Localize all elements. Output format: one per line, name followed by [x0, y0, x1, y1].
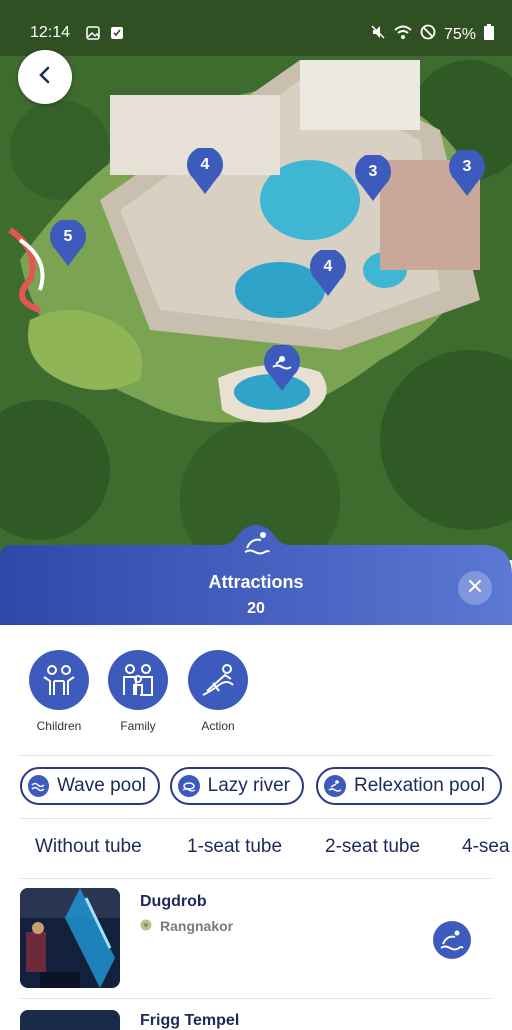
location-dot-icon [140, 918, 152, 934]
family-icon [108, 650, 168, 710]
category-family[interactable]: Family [108, 650, 168, 733]
close-icon [468, 579, 482, 598]
children-icon [29, 650, 89, 710]
water-slide-icon [433, 921, 471, 959]
checkbox-notification-icon [110, 26, 124, 45]
map-pin-4[interactable]: 4 [308, 248, 348, 298]
map-pin-3[interactable]: 3 [447, 148, 487, 198]
divider [20, 818, 492, 819]
park-map[interactable]: 4 3 3 5 4 [0, 0, 512, 560]
battery-icon [484, 24, 494, 45]
do-not-disturb-icon [420, 24, 436, 45]
map-pin-5[interactable]: 5 [48, 218, 88, 268]
filter-chip-lazy-river[interactable]: Lazy river [170, 767, 304, 805]
status-time: 12:14 [30, 24, 71, 41]
battery-percent: 75% [443, 25, 476, 43]
category-label: Action [201, 719, 235, 733]
lazy-river-icon [178, 775, 200, 797]
slide-icon [188, 650, 248, 710]
category-label: Children [36, 719, 82, 733]
divider [20, 998, 492, 999]
attractions-count: 20 [247, 600, 265, 617]
filter-chip-wave-pool[interactable]: Wave pool [20, 767, 160, 805]
attraction-location-label: Rangnakor [160, 918, 234, 934]
tube-filter-without-tube[interactable]: Without tube [35, 836, 142, 858]
close-button[interactable] [458, 571, 492, 605]
divider [20, 755, 492, 756]
chip-label: Lazy river [207, 775, 290, 796]
tube-filter-4-seat[interactable]: 4-sea [462, 836, 510, 858]
wifi-icon [394, 24, 412, 45]
tube-filter-1-seat[interactable]: 1-seat tube [187, 836, 282, 858]
attraction-location: Rangnakor [140, 918, 233, 934]
chevron-left-icon [36, 66, 54, 89]
divider [20, 878, 492, 879]
filter-chip-relaxation-pool[interactable]: Relexation pool [316, 767, 502, 805]
category-label: Family [120, 719, 156, 733]
map-pin-4[interactable]: 4 [185, 146, 225, 196]
map-pin-pool[interactable] [262, 343, 302, 393]
map-pin-3[interactable]: 3 [353, 153, 393, 203]
chip-label: Wave pool [56, 775, 146, 796]
sheet-title: Attractions [208, 572, 304, 592]
relaxation-pool-icon [324, 775, 346, 797]
water-slide-icon [243, 530, 271, 561]
attraction-name: Frigg Tempel [140, 1012, 240, 1029]
category-children[interactable]: Children [29, 650, 89, 733]
status-icons: 75% [370, 24, 494, 45]
mute-icon [370, 24, 386, 45]
wave-pool-icon [28, 775, 49, 797]
category-action[interactable]: Action [188, 650, 248, 733]
gallery-icon [86, 26, 100, 45]
chip-label: Relexation pool [354, 775, 485, 796]
map-illustration [0, 0, 512, 560]
attraction-name: Dugdrob [140, 893, 207, 910]
status-bar: 12:14 75% [0, 0, 512, 56]
tube-filter-2-seat[interactable]: 2-seat tube [325, 836, 420, 858]
back-button[interactable] [18, 50, 72, 104]
attraction-thumbnail [20, 1010, 120, 1030]
attraction-thumbnail [20, 888, 120, 988]
